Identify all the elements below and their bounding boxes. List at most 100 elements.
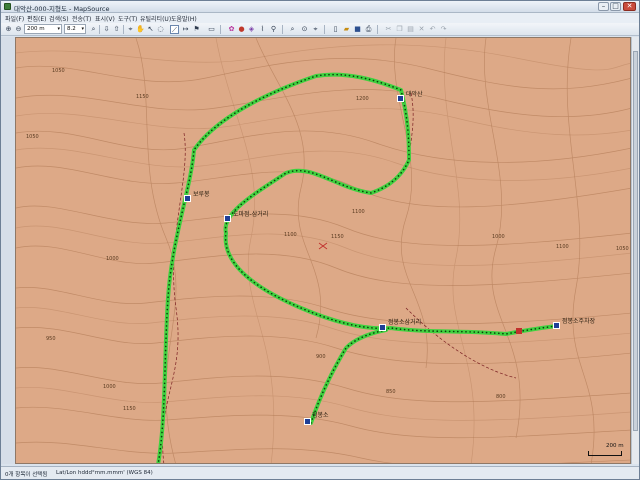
- hiker-waypoint-icon[interactable]: [397, 95, 404, 102]
- place-label-daeaksan[interactable]: 대악산: [406, 89, 423, 98]
- contour-label: 1200: [356, 96, 369, 102]
- find-places-icon[interactable]: ⌖: [311, 25, 320, 34]
- undo-icon[interactable]: ↶: [428, 25, 437, 34]
- contour-label: 1050: [26, 134, 39, 140]
- menu-utilities[interactable]: 유틸리티(U): [140, 14, 171, 23]
- map-scale-bar: [588, 451, 622, 456]
- contour-label: 1000: [103, 384, 116, 390]
- redo-icon[interactable]: ↷: [439, 25, 448, 34]
- toolbar-separator: [324, 25, 325, 34]
- tracks-filter-icon[interactable]: ✿: [227, 25, 236, 34]
- copy-icon[interactable]: ❐: [395, 25, 404, 34]
- ruler-icon[interactable]: ▭: [207, 25, 216, 34]
- find-icon[interactable]: ⌕: [288, 25, 297, 34]
- place-label-jeombongso-parking[interactable]: 점봉소주차장: [562, 316, 595, 325]
- zoom-level-value: 200 m: [27, 26, 45, 32]
- zoom-out-icon[interactable]: ⊖: [14, 25, 23, 34]
- menu-bar: 파일(F) 편집(E) 검색(S) 전송(T) 표시(V) 도구(T) 유틸리티…: [1, 13, 639, 23]
- menu-view[interactable]: 표시(V): [95, 14, 115, 23]
- contour-label: 950: [46, 336, 56, 342]
- contour-label: 850: [386, 389, 396, 395]
- delete-icon[interactable]: ✕: [417, 25, 426, 34]
- waypoint-tool-icon[interactable]: ⚑: [192, 25, 201, 34]
- new-file-icon[interactable]: ▯: [331, 25, 340, 34]
- chevron-down-icon: ▾: [57, 26, 60, 32]
- menu-tools[interactable]: 도구(T): [118, 14, 137, 23]
- status-bar: 0개 항목이 선택됨 Lat/Lon hddd°mm.mmm' (WGS 84): [1, 466, 639, 479]
- hiker-waypoint-icon[interactable]: [304, 418, 311, 425]
- menu-help[interactable]: 도움말(H): [171, 14, 197, 23]
- contour-label: 1100: [284, 232, 297, 238]
- window-title: 대악산-000-지형도 - MapSource: [14, 5, 110, 13]
- map-canvas[interactable]: 1050 1150 1200 1100 1000 1050 1150 1000 …: [16, 38, 631, 464]
- summit-marker-icon: [318, 242, 328, 250]
- zoom-level-select[interactable]: 200 m ▾: [24, 24, 62, 34]
- trail-lines: [162, 92, 517, 463]
- scrollbar-thumb[interactable]: [633, 51, 638, 431]
- minimize-button[interactable]: –: [598, 2, 609, 11]
- contour-label: 1150: [136, 94, 149, 100]
- contour-label: 1150: [123, 406, 136, 412]
- open-folder-icon[interactable]: ▰: [342, 25, 351, 34]
- menu-edit[interactable]: 편집(E): [27, 14, 47, 23]
- hand-tool-icon[interactable]: ✋: [136, 25, 145, 34]
- topographic-map[interactable]: 1050 1150 1200 1100 1000 1050 1150 1000 …: [15, 37, 631, 464]
- print-icon[interactable]: ⎙: [364, 25, 373, 34]
- track-points: [157, 73, 557, 463]
- left-panel-edge: [1, 37, 15, 464]
- receive-icon[interactable]: ⇩: [102, 25, 111, 34]
- paste-icon[interactable]: ▤: [406, 25, 415, 34]
- save-icon[interactable]: ■: [353, 25, 362, 34]
- contour-label: 1050: [52, 68, 65, 74]
- routes-filter-icon[interactable]: ◈: [247, 25, 256, 34]
- zoom-in-icon[interactable]: ⊕: [4, 25, 13, 34]
- contour-label: 1050: [616, 246, 629, 252]
- hiker-waypoint-icon[interactable]: [553, 322, 560, 329]
- place-label-borubong[interactable]: 보루봉: [193, 189, 210, 198]
- track-filter-icon[interactable]: ⌇: [258, 25, 267, 34]
- contour-label: 1000: [106, 256, 119, 262]
- poi-filter-icon[interactable]: ⚲: [269, 25, 278, 34]
- track-line: [156, 72, 558, 463]
- hiker-waypoint-icon[interactable]: [224, 215, 231, 222]
- contour-label: 1000: [492, 234, 505, 240]
- place-label-jeombongso[interactable]: 점봉소: [312, 410, 329, 419]
- hiker-waypoint-icon[interactable]: [379, 324, 386, 331]
- menu-transfer[interactable]: 전송(T): [72, 14, 91, 23]
- waypoints-filter-icon[interactable]: ●: [237, 25, 246, 34]
- toolbar-separator: [377, 25, 378, 34]
- map-scale-label: 200 m: [606, 443, 624, 449]
- route-tool-icon[interactable]: ⟋: [170, 25, 179, 34]
- zoom-tool-icon[interactable]: ⌖: [126, 25, 135, 34]
- hiker-waypoint-icon[interactable]: [184, 195, 191, 202]
- toolbar-separator: [282, 25, 283, 34]
- selection-status: 0개 항목이 선택됨: [5, 472, 48, 478]
- contour-lines-fine: [16, 38, 630, 463]
- title-bar[interactable]: 대악산-000-지형도 - MapSource – □ ✕: [1, 1, 639, 13]
- coordinate-format: Lat/Lon hddd°mm.mmm' (WGS 84): [56, 470, 153, 476]
- contour-lines: [16, 38, 630, 463]
- vertical-scrollbar[interactable]: [631, 37, 639, 464]
- map-detail-select[interactable]: 8.2 ▾: [64, 24, 86, 34]
- lasso-tool-icon[interactable]: ◌: [156, 25, 165, 34]
- find-near-icon[interactable]: ⊙: [300, 25, 309, 34]
- contour-label: 1100: [352, 209, 365, 215]
- menu-file[interactable]: 파일(F): [5, 14, 24, 23]
- cut-icon[interactable]: ✂: [384, 25, 393, 34]
- place-label-jeombongso-junction[interactable]: 점봉소삼거리: [388, 317, 421, 326]
- app-icon: [4, 3, 11, 10]
- select-tool-icon[interactable]: ↖: [146, 25, 155, 34]
- toolbar: ⊕ ⊖ 200 m ▾ 8.2 ▾ ⌕ ⇩ ⇧ ⌖ ✋ ↖ ◌ ⟋ ↦ ⚑ ▭ ✿ …: [1, 23, 639, 36]
- place-label-domajeom-junction[interactable]: 도마점-삼거리: [233, 209, 268, 218]
- close-button[interactable]: ✕: [623, 2, 636, 11]
- chevron-down-icon: ▾: [81, 26, 84, 32]
- menu-search[interactable]: 검색(S): [49, 14, 69, 23]
- toolbar-separator: [220, 25, 221, 34]
- mapsource-window: 대악산-000-지형도 - MapSource – □ ✕ 파일(F) 편집(E…: [0, 0, 640, 480]
- magnify-icon[interactable]: ⌕: [89, 25, 98, 34]
- maximize-button[interactable]: □: [610, 2, 621, 11]
- contour-label: 1100: [556, 244, 569, 250]
- send-icon[interactable]: ⇧: [112, 25, 121, 34]
- distance-tool-icon[interactable]: ↦: [181, 25, 190, 34]
- parking-icon: [516, 328, 522, 334]
